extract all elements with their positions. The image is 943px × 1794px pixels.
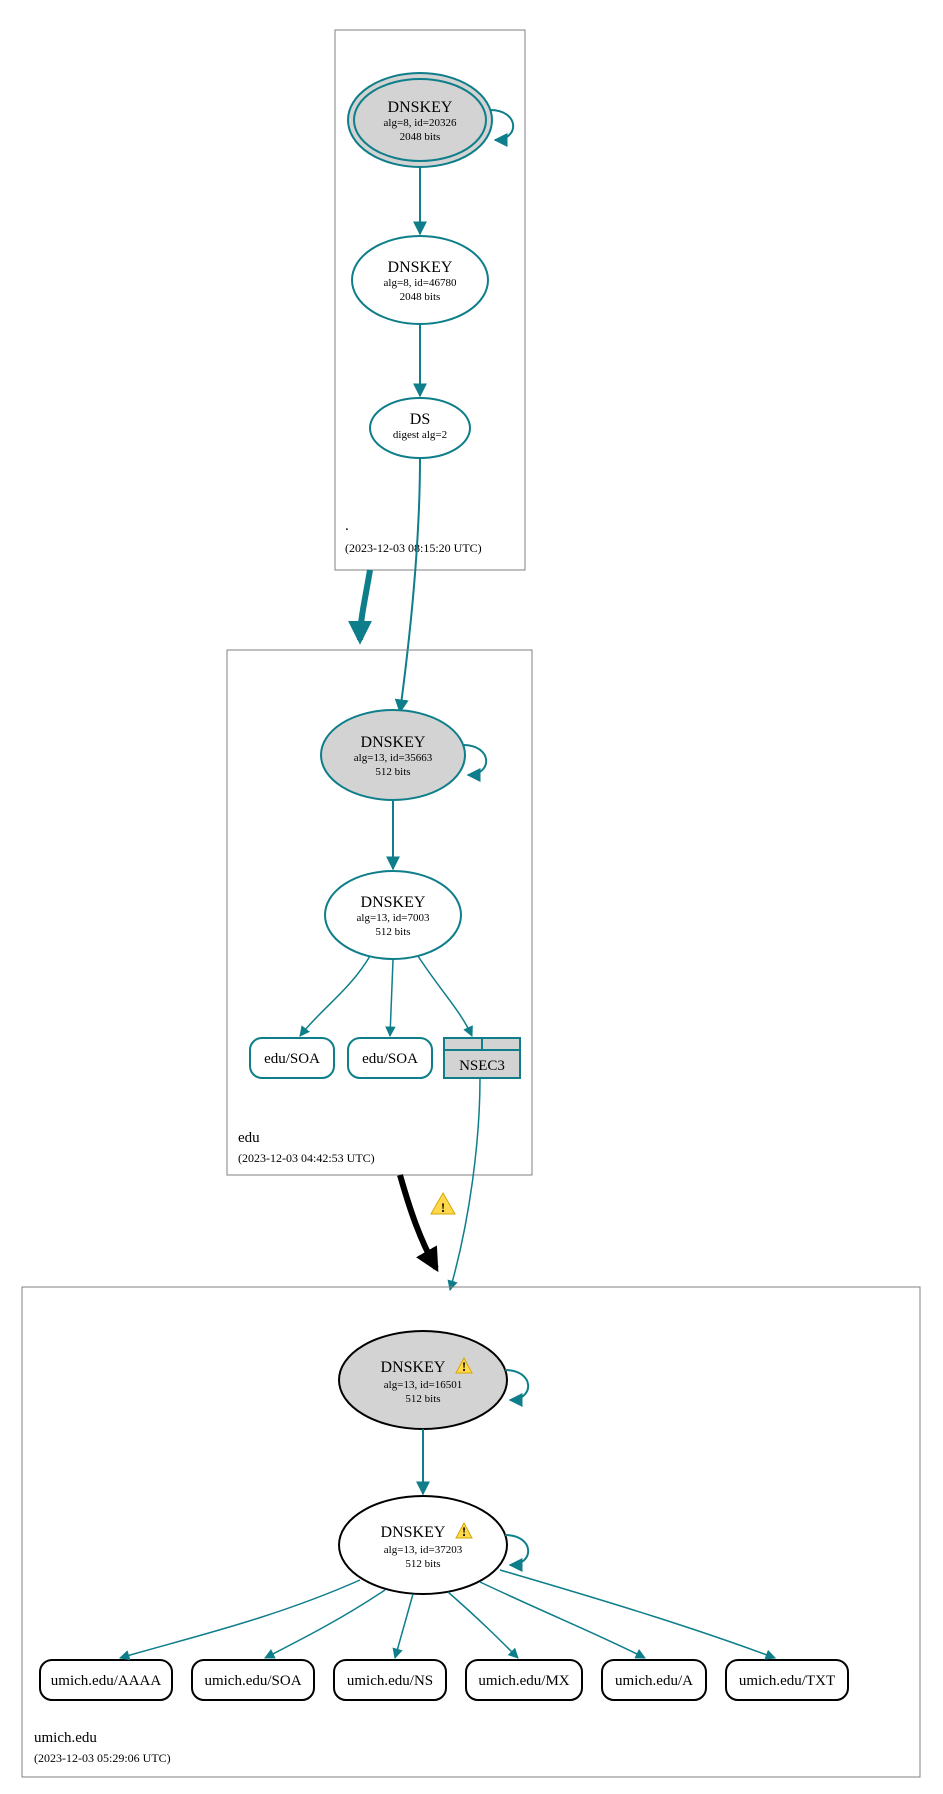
svg-text:alg=13, id=37203: alg=13, id=37203 — [384, 1544, 463, 1556]
zone-edu: edu (2023-12-03 04:42:53 UTC) DNSKEY alg… — [227, 650, 532, 1175]
selfloop-umich-ksk — [505, 1370, 528, 1400]
edge-zsk-ns — [395, 1594, 413, 1658]
rrset-aaaa[interactable]: umich.edu/AAAA — [40, 1660, 172, 1700]
svg-text:512 bits: 512 bits — [375, 766, 410, 778]
svg-text:umich.edu/TXT: umich.edu/TXT — [739, 1673, 835, 1689]
warning-icon: ! — [431, 1193, 455, 1215]
svg-text:NSEC3: NSEC3 — [459, 1058, 505, 1074]
svg-text:edu/SOA: edu/SOA — [264, 1051, 320, 1067]
edge-edu-zsk-soa1 — [300, 956, 370, 1036]
edge-zsk-aaaa — [120, 1580, 360, 1658]
svg-text:umich.edu/A: umich.edu/A — [615, 1673, 693, 1689]
zone-umich-timestamp: (2023-12-03 05:29:06 UTC) — [34, 1751, 171, 1765]
edge-zsk-txt — [500, 1570, 775, 1658]
zone-edu-timestamp: (2023-12-03 04:42:53 UTC) — [238, 1151, 375, 1165]
svg-text:alg=13, id=7003: alg=13, id=7003 — [357, 912, 430, 924]
svg-text:DNSKEY: DNSKEY — [388, 259, 453, 276]
node-edu-ksk[interactable]: DNSKEY alg=13, id=35663 512 bits — [321, 710, 465, 800]
node-umich-ksk[interactable]: DNSKEY ! alg=13, id=16501 512 bits — [339, 1331, 507, 1429]
svg-text:DNSKEY: DNSKEY — [361, 894, 426, 911]
svg-text:umich.edu/NS: umich.edu/NS — [347, 1673, 433, 1689]
rrset-soa[interactable]: umich.edu/SOA — [192, 1660, 314, 1700]
svg-text:alg=8, id=46780: alg=8, id=46780 — [384, 277, 457, 289]
selfloop-edu-ksk — [463, 745, 486, 775]
rrset-a[interactable]: umich.edu/A — [602, 1660, 706, 1700]
svg-text:512 bits: 512 bits — [375, 926, 410, 938]
zone-edu-label: edu — [238, 1130, 260, 1146]
edge-zsk-soa — [265, 1590, 385, 1658]
node-edu-soa2[interactable]: edu/SOA — [348, 1038, 432, 1078]
edge-zsk-a — [480, 1582, 645, 1658]
selfloop-umich-zsk — [505, 1535, 528, 1565]
zone-umich-label: umich.edu — [34, 1730, 97, 1746]
zone-root-label: . — [345, 518, 349, 534]
svg-text:!: ! — [462, 1359, 466, 1374]
svg-text:512 bits: 512 bits — [405, 1393, 440, 1405]
edge-nsec3-umich — [450, 1078, 480, 1290]
node-umich-zsk[interactable]: DNSKEY ! alg=13, id=37203 512 bits — [339, 1496, 507, 1594]
delegation-edu-umich — [400, 1175, 436, 1268]
svg-text:edu/SOA: edu/SOA — [362, 1051, 418, 1067]
rrset-mx[interactable]: umich.edu/MX — [466, 1660, 582, 1700]
svg-text:DNSKEY: DNSKEY — [388, 99, 453, 116]
svg-text:umich.edu/MX: umich.edu/MX — [478, 1673, 569, 1689]
svg-text:umich.edu/AAAA: umich.edu/AAAA — [51, 1673, 162, 1689]
warning-icon: ! — [456, 1523, 472, 1539]
svg-text:alg=13, id=35663: alg=13, id=35663 — [354, 752, 433, 764]
edge-edu-zsk-nsec3 — [418, 956, 472, 1036]
svg-text:!: ! — [462, 1524, 466, 1539]
svg-text:2048 bits: 2048 bits — [400, 291, 441, 303]
delegation-root-edu — [360, 570, 370, 640]
svg-text:DNSKEY: DNSKEY — [361, 734, 426, 751]
edge-ds-edu-ksk — [400, 458, 420, 712]
rrset-ns[interactable]: umich.edu/NS — [334, 1660, 446, 1700]
node-root-ksk[interactable]: DNSKEY alg=8, id=20326 2048 bits — [348, 73, 492, 167]
node-root-zsk[interactable]: DNSKEY alg=8, id=46780 2048 bits — [352, 236, 488, 324]
edge-zsk-mx — [448, 1592, 518, 1658]
node-nsec3[interactable]: NSEC3 — [444, 1038, 520, 1078]
svg-text:DS: DS — [410, 411, 430, 428]
svg-text:digest alg=2: digest alg=2 — [393, 429, 447, 441]
node-edu-zsk[interactable]: DNSKEY alg=13, id=7003 512 bits — [325, 871, 461, 959]
svg-text:512 bits: 512 bits — [405, 1558, 440, 1570]
zone-root: . (2023-12-03 08:15:20 UTC) DNSKEY alg=8… — [335, 30, 525, 570]
node-root-ds[interactable]: DS digest alg=2 — [370, 398, 470, 458]
svg-text:alg=8, id=20326: alg=8, id=20326 — [384, 117, 457, 129]
zone-root-timestamp: (2023-12-03 08:15:20 UTC) — [345, 541, 482, 555]
selfloop-root-ksk — [490, 110, 513, 140]
svg-text:!: ! — [441, 1200, 445, 1215]
rrset-txt[interactable]: umich.edu/TXT — [726, 1660, 848, 1700]
svg-text:2048 bits: 2048 bits — [400, 131, 441, 143]
zone-umich: umich.edu (2023-12-03 05:29:06 UTC) DNSK… — [22, 1287, 920, 1777]
edge-edu-zsk-soa2 — [390, 960, 393, 1036]
svg-text:alg=13, id=16501: alg=13, id=16501 — [384, 1379, 462, 1391]
node-edu-soa1[interactable]: edu/SOA — [250, 1038, 334, 1078]
svg-text:umich.edu/SOA: umich.edu/SOA — [204, 1673, 301, 1689]
svg-text:DNSKEY: DNSKEY — [381, 1524, 446, 1541]
svg-text:DNSKEY: DNSKEY — [381, 1359, 446, 1376]
